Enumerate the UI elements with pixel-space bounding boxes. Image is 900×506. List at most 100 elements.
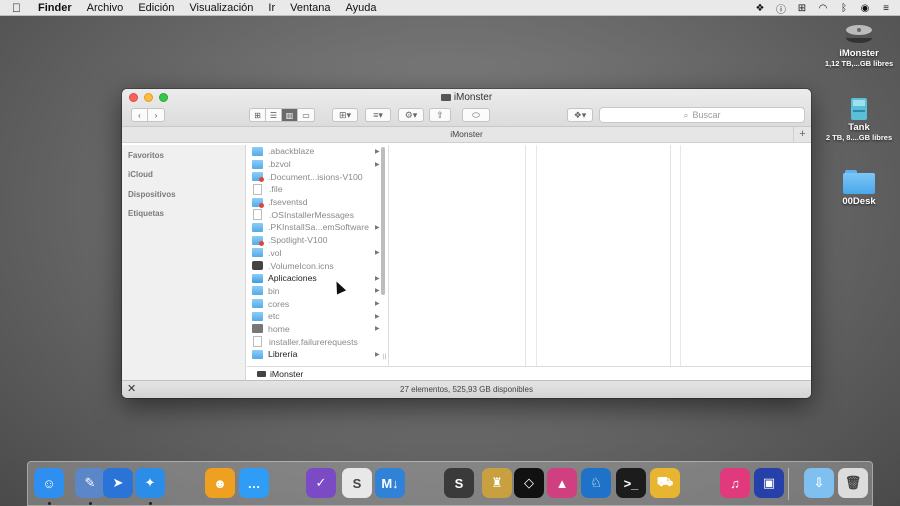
dock-screenflow-icon[interactable]: ▣: [754, 468, 784, 498]
applications-folder-icon: [252, 273, 263, 283]
path-bar: iMonster: [247, 366, 811, 380]
desktop-disk-imonster[interactable]: iMonster 1,12 TB,...GB libres: [819, 22, 899, 68]
share-button[interactable]: ⇧: [429, 108, 451, 122]
menu-ventana[interactable]: Ventana: [290, 2, 330, 14]
dock-slack-icon[interactable]: S: [342, 468, 372, 498]
arrange-button[interactable]: ⊞▾: [332, 108, 358, 122]
column-resize-handle[interactable]: ||: [383, 354, 386, 360]
dropbox-button[interactable]: ❖▾: [567, 108, 593, 122]
dock-prism-icon[interactable]: ▲: [547, 468, 577, 498]
dock-tower-icon[interactable]: ♜: [482, 468, 512, 498]
vpn-icon[interactable]: ⊞: [796, 2, 808, 14]
back-button[interactable]: ‹: [132, 109, 148, 121]
column-view-icon[interactable]: ▥: [282, 109, 298, 121]
gallery-view-icon[interactable]: ▭: [298, 109, 314, 121]
search-placeholder: Buscar: [692, 110, 721, 120]
dock-trash-icon[interactable]: 🗑: [838, 468, 868, 498]
forward-button[interactable]: ›: [148, 109, 164, 121]
file-row[interactable]: .PKInstallSa...emSoftware ▶: [247, 221, 388, 234]
menu-edicion[interactable]: Edición: [138, 2, 174, 14]
dock-sequel-icon[interactable]: ♘: [581, 468, 611, 498]
menu-app-finder[interactable]: Finder: [38, 2, 72, 14]
sidebar-section-favoritos[interactable]: Favoritos: [122, 151, 164, 160]
file-row[interactable]: cores ▶: [247, 297, 388, 310]
dock-photo-booth-icon[interactable]: ☻: [205, 468, 235, 498]
file-row[interactable]: .OSInstallerMessages: [247, 208, 388, 221]
dock-launchpad-icon[interactable]: ➤: [103, 468, 133, 498]
folder-icon: [843, 170, 875, 194]
dock-messages-icon[interactable]: …: [239, 468, 269, 498]
menu-ir[interactable]: Ir: [268, 2, 275, 14]
dock-preview-icon[interactable]: ✎: [75, 468, 105, 498]
file-row[interactable]: etc ▶: [247, 310, 388, 323]
action-button[interactable]: ⚙▾: [398, 108, 424, 122]
file-name: installer.failurerequests: [269, 336, 358, 347]
disclosure-arrow-icon: ▶: [375, 313, 380, 320]
info-icon[interactable]: ⓘ: [775, 2, 787, 16]
menu-visualizacion[interactable]: Visualización: [189, 2, 253, 14]
file-row[interactable]: .Spotlight-V100: [247, 234, 388, 247]
list-view-icon[interactable]: ☰: [266, 109, 282, 121]
wifi-icon[interactable]: ◠: [817, 2, 829, 14]
sidebar: Favoritos iCloud Dispositivos Etiquetas: [122, 145, 246, 380]
window-toolbar: iMonster ‹ › ⊞ ☰ ▥ ▭ ⊞▾ ≡▾ ⚙▾ ⇧ ⬭ ❖▾ ⌕ B…: [122, 89, 811, 127]
file-name: Librería: [268, 349, 298, 360]
file-row[interactable]: installer.failurerequests: [247, 335, 388, 348]
file-name: .vol: [268, 247, 282, 258]
restricted-folder-icon: [252, 172, 264, 183]
sidebar-section-dispositivos[interactable]: Dispositivos: [122, 190, 176, 199]
window-title: iMonster: [122, 92, 811, 103]
file-row[interactable]: .vol ▶: [247, 247, 388, 260]
tab-imonster[interactable]: iMonster: [450, 129, 483, 139]
dock-finder-icon[interactable]: ☺: [34, 468, 64, 498]
sort-button[interactable]: ≡▾: [365, 108, 391, 122]
bluetooth-icon[interactable]: ᛒ: [838, 2, 850, 14]
file-row[interactable]: bin ▶: [247, 285, 388, 298]
dock-safari-icon[interactable]: ✦: [135, 468, 165, 498]
file-row[interactable]: home ▶: [247, 323, 388, 336]
path-item-imonster[interactable]: iMonster: [270, 369, 303, 379]
tag-icon: ⬭: [472, 109, 480, 120]
desktop-folder-00desk[interactable]: 00Desk: [819, 170, 899, 207]
file-name: home: [268, 323, 290, 334]
icon-view-icon[interactable]: ⊞: [250, 109, 266, 121]
file-row[interactable]: .Document...isions-V100: [247, 170, 388, 183]
hard-disk-icon: [440, 93, 451, 101]
dock-itunes-icon[interactable]: ♫: [720, 468, 750, 498]
desktop-disk-tank[interactable]: Tank 2 TB, 8....GB libres: [819, 96, 899, 142]
menu-archivo[interactable]: Archivo: [87, 2, 124, 14]
window-content: Favoritos iCloud Dispositivos Etiquetas …: [122, 145, 811, 380]
file-row[interactable]: .file: [247, 183, 388, 196]
file-row[interactable]: .abackblaze ▶: [247, 145, 388, 158]
dock-downloads-folder-icon[interactable]: ⇩: [804, 468, 834, 498]
menu-ayuda[interactable]: Ayuda: [346, 2, 377, 14]
external-disk-icon: [844, 96, 874, 120]
tags-button[interactable]: ⬭: [462, 108, 490, 122]
menu-list-icon[interactable]: ≡: [880, 2, 892, 14]
back-forward-buttons: ‹ ›: [131, 108, 165, 122]
apple-menu-icon[interactable]: : [12, 1, 26, 15]
file-row[interactable]: Librería ▶: [247, 348, 388, 361]
file-row[interactable]: .fseventsd: [247, 196, 388, 209]
dock-sublime-text-icon[interactable]: S: [444, 468, 474, 498]
column-empty: [680, 145, 681, 366]
close-tab-icon[interactable]: ✕: [127, 381, 136, 398]
file-row[interactable]: Aplicaciones ▶: [247, 272, 388, 285]
dock-mweb-icon[interactable]: M↓: [375, 468, 405, 498]
dock-omnifocus-icon[interactable]: ✓: [306, 468, 336, 498]
dock-terminal-icon[interactable]: >_: [616, 468, 646, 498]
search-field[interactable]: ⌕ Buscar: [599, 107, 805, 123]
new-tab-button[interactable]: +: [793, 127, 811, 142]
tab-bar: iMonster +: [122, 127, 811, 143]
file-row[interactable]: .bzvol ▶: [247, 158, 388, 171]
scrollbar[interactable]: [381, 147, 385, 295]
sidebar-section-etiquetas[interactable]: Etiquetas: [122, 209, 164, 218]
dock-xcode-dev-icon[interactable]: ◇: [514, 468, 544, 498]
file-row[interactable]: .VolumeIcon.icns: [247, 259, 388, 272]
dock-transmit-icon[interactable]: ⛟: [650, 468, 680, 498]
disclosure-arrow-icon: ▶: [375, 224, 380, 231]
globe-icon[interactable]: ◉: [859, 2, 871, 14]
disclosure-arrow-icon: ▶: [375, 250, 380, 257]
dropbox-icon[interactable]: ❖: [754, 2, 766, 14]
sidebar-section-icloud[interactable]: iCloud: [122, 170, 153, 179]
